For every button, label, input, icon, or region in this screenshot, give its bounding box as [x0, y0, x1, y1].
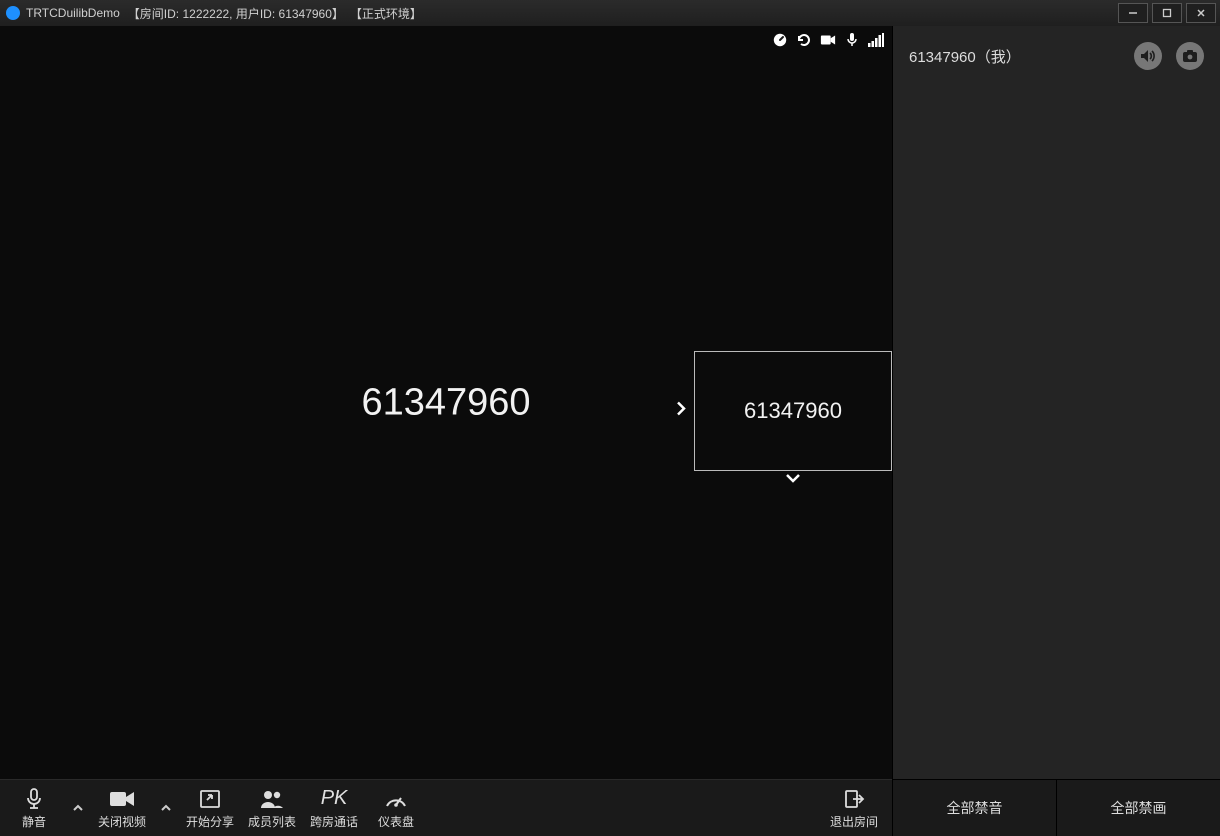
app-window: TRTCDuilibDemo 【房间ID: 1222222, 用户ID: 613… — [0, 0, 1220, 836]
pip-window[interactable]: 61347960 — [694, 351, 892, 471]
cross-room-label: 跨房通话 — [310, 813, 358, 830]
members-button[interactable]: 成员列表 — [248, 787, 296, 830]
video-options-chevron-icon[interactable] — [160, 802, 172, 814]
exit-icon — [843, 787, 865, 811]
share-label: 开始分享 — [186, 813, 234, 830]
pip-collapse-down-icon[interactable] — [784, 471, 802, 490]
cross-room-button[interactable]: PK 跨房通话 — [310, 787, 358, 830]
camera-icon[interactable] — [820, 32, 836, 48]
members-label: 成员列表 — [248, 813, 296, 830]
app-name: TRTCDuilibDemo — [26, 6, 120, 20]
mic-icon[interactable] — [844, 32, 860, 48]
mic-icon — [24, 787, 44, 811]
camera-icon — [1182, 49, 1198, 63]
mute-options-chevron-icon[interactable] — [72, 802, 84, 814]
main-video[interactable]: 61347960 — [0, 26, 892, 779]
env-label: 【正式环境】 — [350, 5, 422, 22]
block-all-video-button[interactable]: 全部禁画 — [1056, 780, 1220, 836]
share-button[interactable]: 开始分享 — [186, 787, 234, 830]
mute-button[interactable]: 静音 — [10, 787, 58, 830]
members-icon — [259, 787, 285, 811]
sidebar-bottom-bar: 全部禁音 全部禁画 — [893, 779, 1220, 836]
mute-all-button[interactable]: 全部禁音 — [893, 780, 1056, 836]
speaker-icon — [1140, 49, 1156, 63]
bottom-toolbar: 静音 关闭视频 开始分享 — [0, 779, 892, 836]
close-video-label: 关闭视频 — [98, 813, 146, 830]
share-icon — [199, 787, 221, 811]
dashboard-button[interactable]: 仪表盘 — [372, 787, 420, 830]
maximize-button[interactable] — [1152, 3, 1182, 23]
dashboard-icon[interactable] — [772, 32, 788, 48]
minimize-button[interactable] — [1118, 3, 1148, 23]
pk-icon: PK — [321, 787, 348, 811]
main-video-user-id: 61347960 — [361, 381, 530, 424]
video-icon — [109, 787, 135, 811]
pip-user-id: 61347960 — [744, 398, 842, 424]
refresh-icon[interactable] — [796, 32, 812, 48]
participants-sidebar: 61347960（我） 全部禁音 全部禁画 — [892, 26, 1220, 836]
pip-collapse-left-icon[interactable] — [674, 400, 688, 423]
participant-name: 61347960（我） — [909, 46, 1120, 67]
exit-label: 退出房间 — [830, 813, 878, 830]
title-bar: TRTCDuilibDemo 【房间ID: 1222222, 用户ID: 613… — [0, 0, 1220, 27]
participant-row[interactable]: 61347960（我） — [893, 26, 1220, 86]
main-panel: 61347960 — [0, 26, 892, 836]
gauge-icon — [384, 787, 408, 811]
close-button[interactable] — [1186, 3, 1216, 23]
participant-video-button[interactable] — [1176, 42, 1204, 70]
mute-label: 静音 — [22, 813, 46, 830]
mute-all-label: 全部禁音 — [947, 798, 1003, 818]
room-info: 【房间ID: 1222222, 用户ID: 61347960】 — [128, 5, 344, 22]
video-status-bar — [772, 32, 884, 48]
block-all-video-label: 全部禁画 — [1111, 798, 1167, 818]
app-logo-icon — [6, 6, 20, 20]
dashboard-label: 仪表盘 — [378, 813, 414, 830]
participant-audio-button[interactable] — [1134, 42, 1162, 70]
signal-icon — [868, 32, 884, 48]
close-video-button[interactable]: 关闭视频 — [98, 787, 146, 830]
exit-room-button[interactable]: 退出房间 — [830, 787, 878, 830]
content-area: 61347960 — [0, 26, 1220, 836]
